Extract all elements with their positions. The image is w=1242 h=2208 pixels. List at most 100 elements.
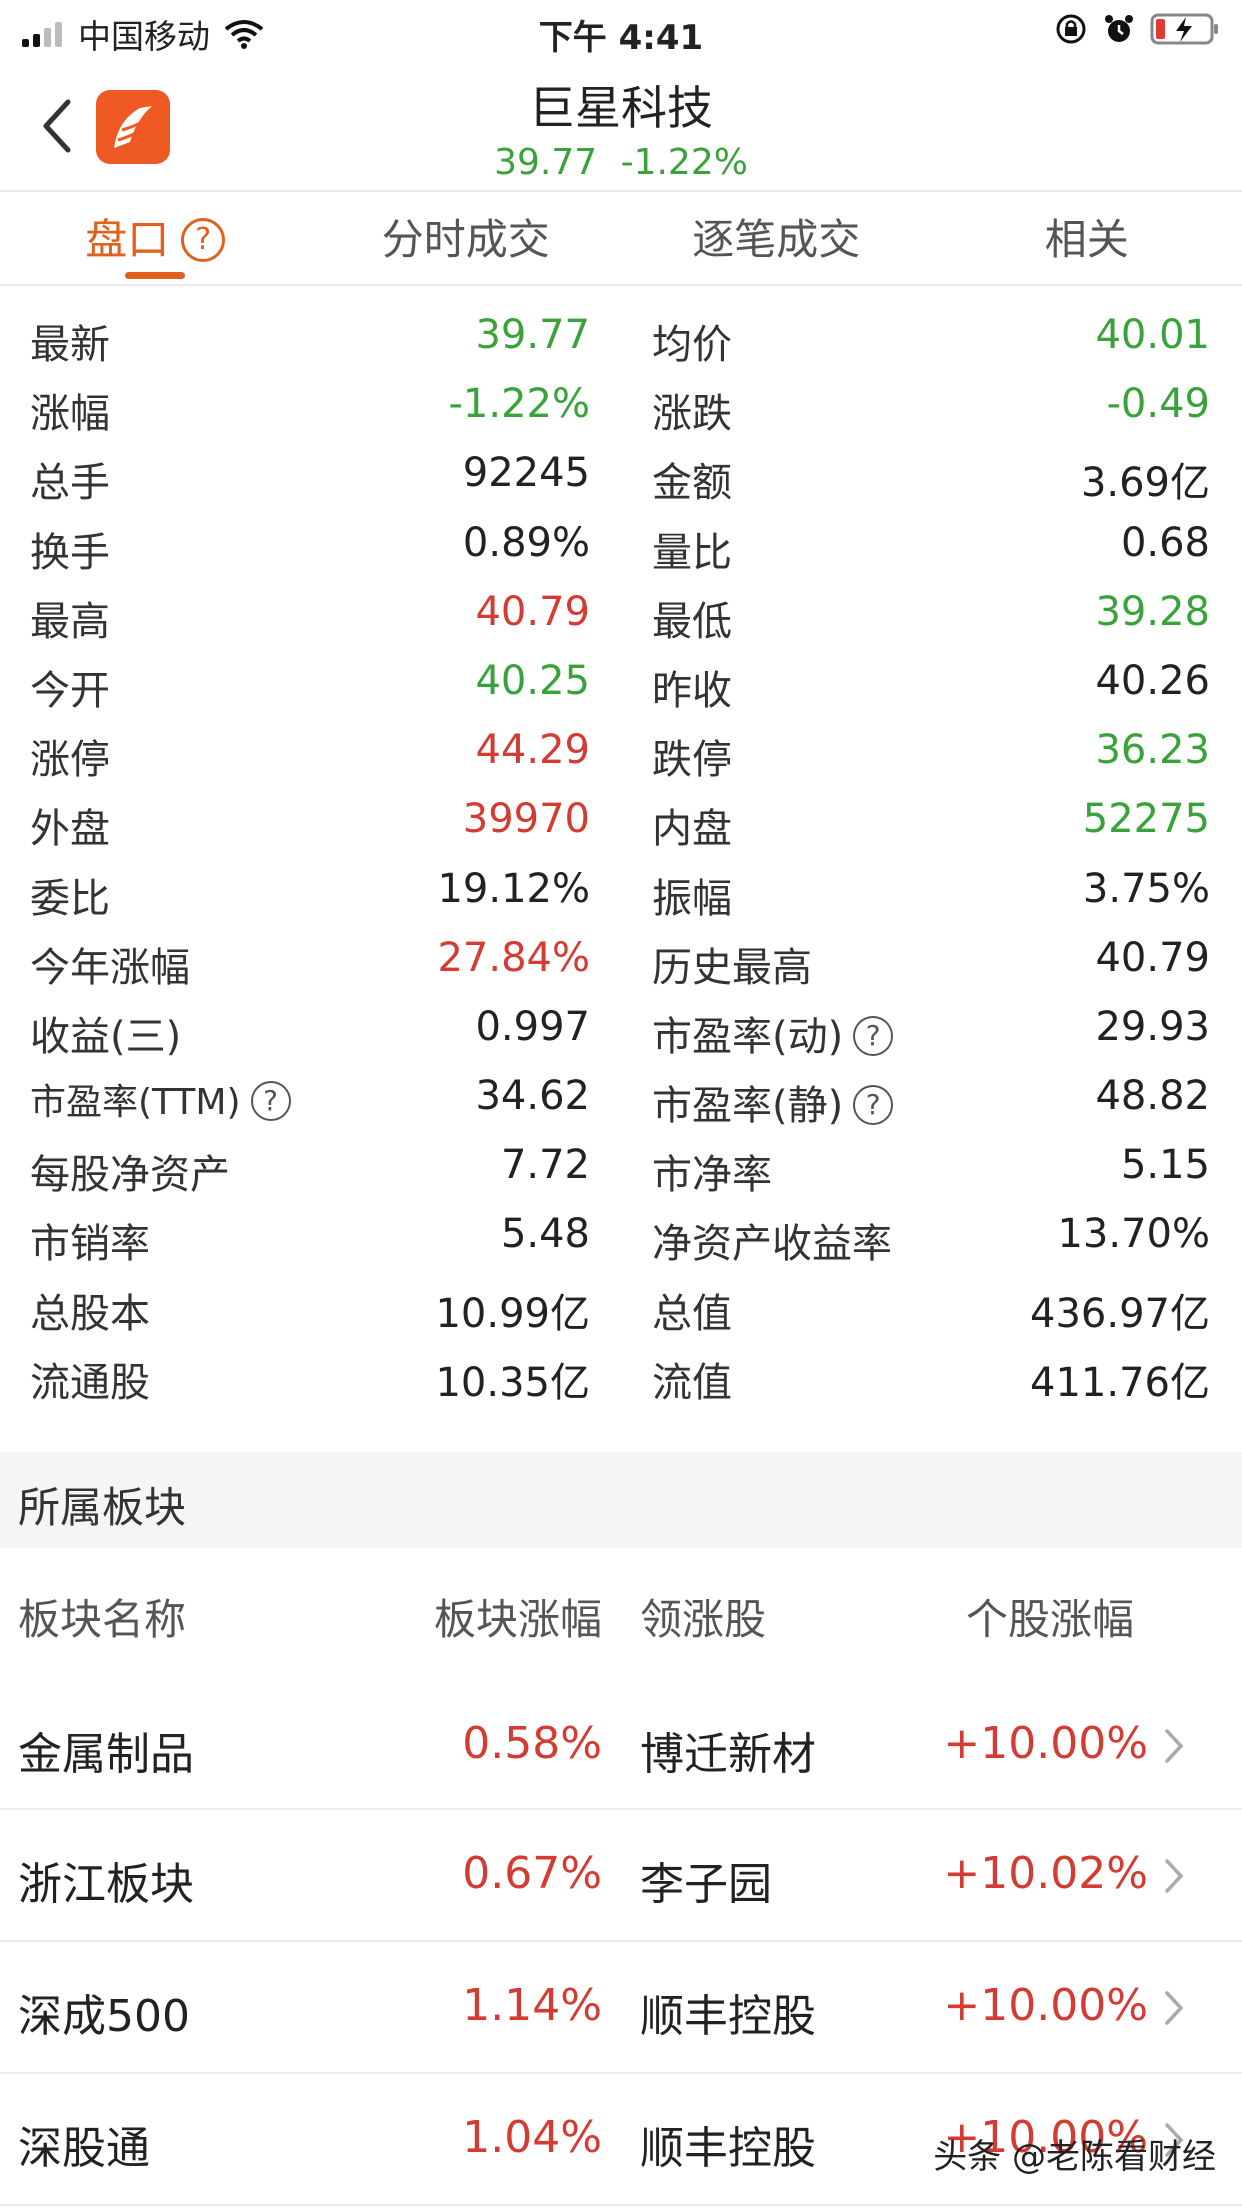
stat-label: 市盈率(TTM) <box>30 1082 241 1124</box>
stock-header: 巨星科技 39.77 -1.22% <box>0 62 1242 192</box>
sector-change: 0.58% <box>462 1718 602 1769</box>
stock-change-pct: -1.22% <box>620 142 748 183</box>
stat-label: 金额 <box>652 460 732 507</box>
stat-row: 流通股 10.35亿 流值 411.76亿 <box>0 1344 1242 1413</box>
watermark: 头条 @老陈看财经 <box>933 2137 1216 2177</box>
tab-related[interactable]: 相关 <box>932 194 1242 284</box>
stat-value: 34.62 <box>475 1073 590 1120</box>
stat-label: 涨幅 <box>30 391 110 438</box>
stat-label: 换手 <box>30 529 110 576</box>
tab-bar: 盘口? 分时成交 逐笔成交 相关 <box>0 194 1242 286</box>
battery-icon <box>1150 13 1218 45</box>
sector-row[interactable]: 金属制品 0.58% 博迁新材 +10.00% <box>0 1680 1242 1810</box>
sector-row[interactable]: 深成500 1.14% 顺丰控股 +10.00% <box>0 1942 1242 2074</box>
stat-row: 总股本 10.99亿 总值 436.97亿 <box>0 1275 1242 1344</box>
chevron-right-icon <box>1165 1729 1184 1763</box>
stat-value: 3.75% <box>1082 865 1210 912</box>
sector-name: 深股通 <box>18 2123 150 2174</box>
stat-row: 收益(三) 0.997 市盈率(动)? 29.93 <box>0 998 1242 1067</box>
stat-value: -0.49 <box>1106 381 1211 428</box>
stat-row: 最新 39.77 均价 40.01 <box>0 306 1242 375</box>
stat-row: 最高 40.79 最低 39.28 <box>0 583 1242 652</box>
stat-label: 涨跌 <box>652 391 732 438</box>
stat-row: 涨停 44.29 跌停 36.23 <box>0 721 1242 790</box>
col-head-leader: 领涨股 <box>640 1595 767 1644</box>
tab-timeshare-trades-label: 分时成交 <box>381 215 550 264</box>
stat-label: 市盈率(动) <box>652 1013 844 1060</box>
stat-label: 市销率 <box>30 1221 150 1268</box>
sector-name: 金属制品 <box>18 1729 194 1780</box>
stat-value: 13.70% <box>1057 1211 1210 1258</box>
stat-value: -1.22% <box>448 381 590 428</box>
sector-leader-change: +10.02% <box>943 1848 1148 1899</box>
help-icon[interactable]: ? <box>853 1085 894 1126</box>
stat-value: 36.23 <box>1095 727 1210 774</box>
stat-row: 市盈率(TTM)? 34.62 市盈率(静)? 48.82 <box>0 1067 1242 1136</box>
sector-list: 金属制品 0.58% 博迁新材 +10.00% 浙江板块 0.67% 李子园 +… <box>0 1680 1242 2206</box>
tab-timeshare-trades[interactable]: 分时成交 <box>311 194 622 284</box>
sector-name: 深成500 <box>18 1991 190 2042</box>
stat-label: 最低 <box>652 598 732 645</box>
stat-label: 今开 <box>30 667 110 714</box>
stat-value: 92245 <box>462 450 590 497</box>
status-right <box>1040 12 1220 46</box>
stock-name: 巨星科技 <box>529 81 713 135</box>
stat-label: 内盘 <box>652 806 732 853</box>
stat-value: 39.77 <box>475 312 590 358</box>
stat-row: 委比 19.12% 振幅 3.75% <box>0 860 1242 929</box>
stock-price: 39.77 <box>494 142 598 183</box>
sector-section-title: 所属板块 <box>18 1483 187 1532</box>
stat-label: 最新 <box>30 322 110 368</box>
sector-change: 1.04% <box>462 2112 602 2163</box>
stat-label: 振幅 <box>652 875 732 922</box>
tab-related-label: 相关 <box>1044 215 1129 264</box>
sector-section-header: 所属板块 <box>0 1452 1242 1548</box>
help-icon[interactable]: ? <box>181 217 226 262</box>
stat-label: 市盈率(静) <box>652 1083 844 1130</box>
stock-quote: 39.77 -1.22% <box>0 142 1242 183</box>
stat-value: 29.93 <box>1095 1003 1210 1050</box>
sector-leader: 博迁新材 <box>640 1729 816 1780</box>
stat-value: 0.68 <box>1120 519 1210 566</box>
stat-label: 委比 <box>30 875 110 922</box>
stat-label: 收益(三) <box>30 1013 182 1060</box>
stat-label: 均价 <box>652 322 732 368</box>
help-icon[interactable]: ? <box>853 1015 894 1056</box>
stat-row: 市销率 5.48 净资产收益率 13.70% <box>0 1205 1242 1274</box>
sector-change: 0.67% <box>462 1848 602 1899</box>
stat-label: 外盘 <box>30 806 110 853</box>
stat-value: 39970 <box>462 796 590 843</box>
stat-value: 40.26 <box>1095 657 1210 704</box>
stat-label: 总股本 <box>30 1290 150 1337</box>
help-icon[interactable]: ? <box>250 1081 291 1122</box>
stat-value: 27.84% <box>437 934 590 981</box>
stat-label-with-help: 市盈率(TTM)? <box>30 1073 291 1125</box>
tab-active-indicator <box>125 272 185 279</box>
stat-row: 换手 0.89% 量比 0.68 <box>0 514 1242 583</box>
stat-label: 流通股 <box>30 1359 150 1406</box>
stat-value: 40.79 <box>1095 934 1210 981</box>
stat-value: 5.48 <box>500 1211 590 1258</box>
stat-value: 411.76亿 <box>1030 1359 1210 1406</box>
stat-value: 10.99亿 <box>435 1290 590 1337</box>
stat-label: 涨停 <box>30 737 110 784</box>
tab-tick-trades-label: 逐笔成交 <box>692 215 861 264</box>
sector-row[interactable]: 浙江板块 0.67% 李子园 +10.02% <box>0 1810 1242 1942</box>
stat-label: 昨收 <box>652 667 732 714</box>
stat-label: 总手 <box>30 460 110 507</box>
quote-stats-grid: 最新 39.77 均价 40.01 涨幅 -1.22% 涨跌 -0.49 总手 … <box>0 306 1242 1413</box>
stat-value: 44.29 <box>475 727 590 774</box>
stat-value: 19.12% <box>437 865 590 912</box>
chevron-right-icon <box>1165 1859 1184 1893</box>
stat-value: 436.97亿 <box>1030 1290 1210 1337</box>
tab-order-book[interactable]: 盘口? <box>0 194 311 284</box>
stat-label: 历史最高 <box>652 944 812 991</box>
chevron-right-icon <box>1165 1991 1184 2025</box>
stat-row: 今年涨幅 27.84% 历史最高 40.79 <box>0 929 1242 998</box>
sector-leader-change: +10.00% <box>943 1980 1148 2031</box>
stat-value: 40.25 <box>475 657 590 704</box>
col-head-leader-change: 个股涨幅 <box>966 1595 1135 1644</box>
stat-value: 39.28 <box>1095 588 1210 635</box>
tab-tick-trades[interactable]: 逐笔成交 <box>621 194 932 284</box>
sector-leader-change: +10.00% <box>943 1718 1148 1769</box>
